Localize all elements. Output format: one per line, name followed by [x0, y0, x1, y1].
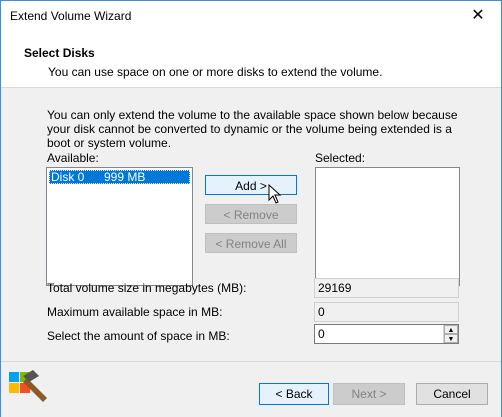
remove-button[interactable]: < Remove: [205, 204, 297, 224]
mouse-pointer-icon: [268, 184, 282, 204]
amount-spinbox[interactable]: 0 ▲ ▼: [314, 324, 459, 344]
title-bar: Extend Volume Wizard ✕: [1, 1, 501, 31]
back-button[interactable]: < Back: [259, 383, 329, 405]
add-button[interactable]: Add >: [205, 175, 297, 195]
disk-name: Disk 0: [51, 170, 85, 184]
wizard-header: Select Disks You can use space on one or…: [1, 31, 501, 88]
available-disks-list[interactable]: Disk 0 999 MB: [46, 167, 193, 286]
extend-volume-wizard-window: Extend Volume Wizard ✕ Select Disks You …: [0, 0, 502, 417]
list-item-disk-0[interactable]: Disk 0 999 MB: [49, 170, 190, 184]
wizard-footer: < Back Next > Cancel: [1, 361, 501, 417]
page-title: Select Disks: [24, 46, 95, 60]
spin-up-icon[interactable]: ▲: [444, 325, 458, 334]
amount-value[interactable]: 0: [318, 327, 325, 341]
max-space-label: Maximum available space in MB:: [47, 305, 223, 319]
total-size-field: 29169: [314, 278, 459, 298]
spinner[interactable]: ▲ ▼: [443, 325, 458, 343]
page-subtitle: You can use space on one or more disks t…: [48, 65, 383, 79]
selected-label: Selected:: [315, 151, 366, 165]
amount-label: Select the amount of space in MB:: [47, 329, 230, 343]
spin-down-icon[interactable]: ▼: [444, 334, 458, 343]
total-size-label: Total volume size in megabytes (MB):: [47, 281, 247, 295]
remove-all-button[interactable]: < Remove All: [205, 233, 297, 253]
description-text: You can only extend the volume to the av…: [47, 108, 458, 150]
logo-icon: [9, 370, 47, 402]
cancel-button[interactable]: Cancel: [416, 383, 488, 405]
close-icon[interactable]: ✕: [455, 1, 501, 31]
window-title: Extend Volume Wizard: [10, 9, 132, 23]
wizard-body: You can only extend the volume to the av…: [1, 88, 501, 361]
selected-disks-list[interactable]: [315, 167, 460, 286]
next-button[interactable]: Next >: [333, 383, 405, 405]
max-space-field: 0: [314, 302, 459, 322]
disk-size: 999 MB: [104, 170, 146, 184]
available-label: Available:: [47, 151, 99, 165]
